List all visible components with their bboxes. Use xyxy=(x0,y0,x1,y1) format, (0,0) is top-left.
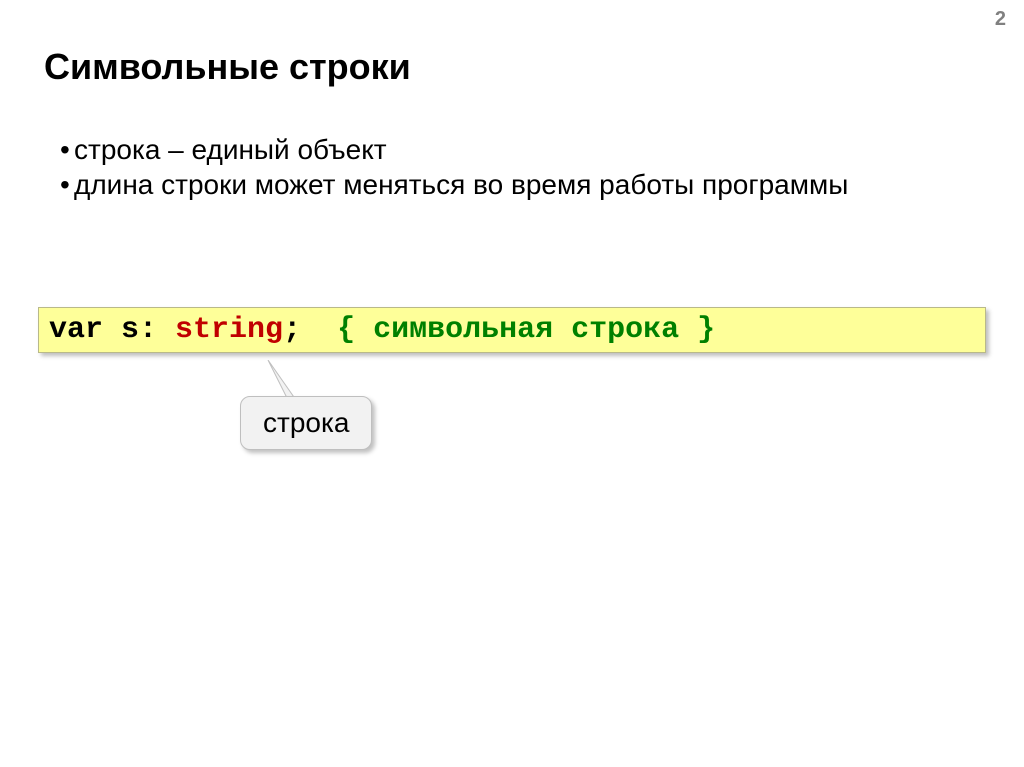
code-text: ; xyxy=(283,313,337,347)
code-text: s: xyxy=(103,313,175,347)
code-comment: { символьная строка } xyxy=(337,313,715,347)
bullet-list: • строка – единый объект • длина строки … xyxy=(60,132,848,202)
list-item-text: длина строки может меняться во время раб… xyxy=(74,167,848,202)
list-item: • строка – единый объект xyxy=(60,132,848,167)
code-type: string xyxy=(175,313,283,347)
page-number: 2 xyxy=(995,8,1006,31)
slide-page: 2 Символьные строки • строка – единый об… xyxy=(0,0,1024,767)
list-item: • длина строки может меняться во время р… xyxy=(60,167,848,202)
bullet-dot-icon: • xyxy=(60,132,74,167)
bullet-dot-icon: • xyxy=(60,167,74,202)
callout-label: строка xyxy=(240,396,372,450)
slide-title: Символьные строки xyxy=(44,46,411,88)
list-item-text: строка – единый объект xyxy=(74,132,387,167)
code-block: var s: string; { символьная строка } xyxy=(38,307,986,353)
code-keyword: var xyxy=(49,313,103,347)
callout-tail-icon xyxy=(258,360,298,400)
